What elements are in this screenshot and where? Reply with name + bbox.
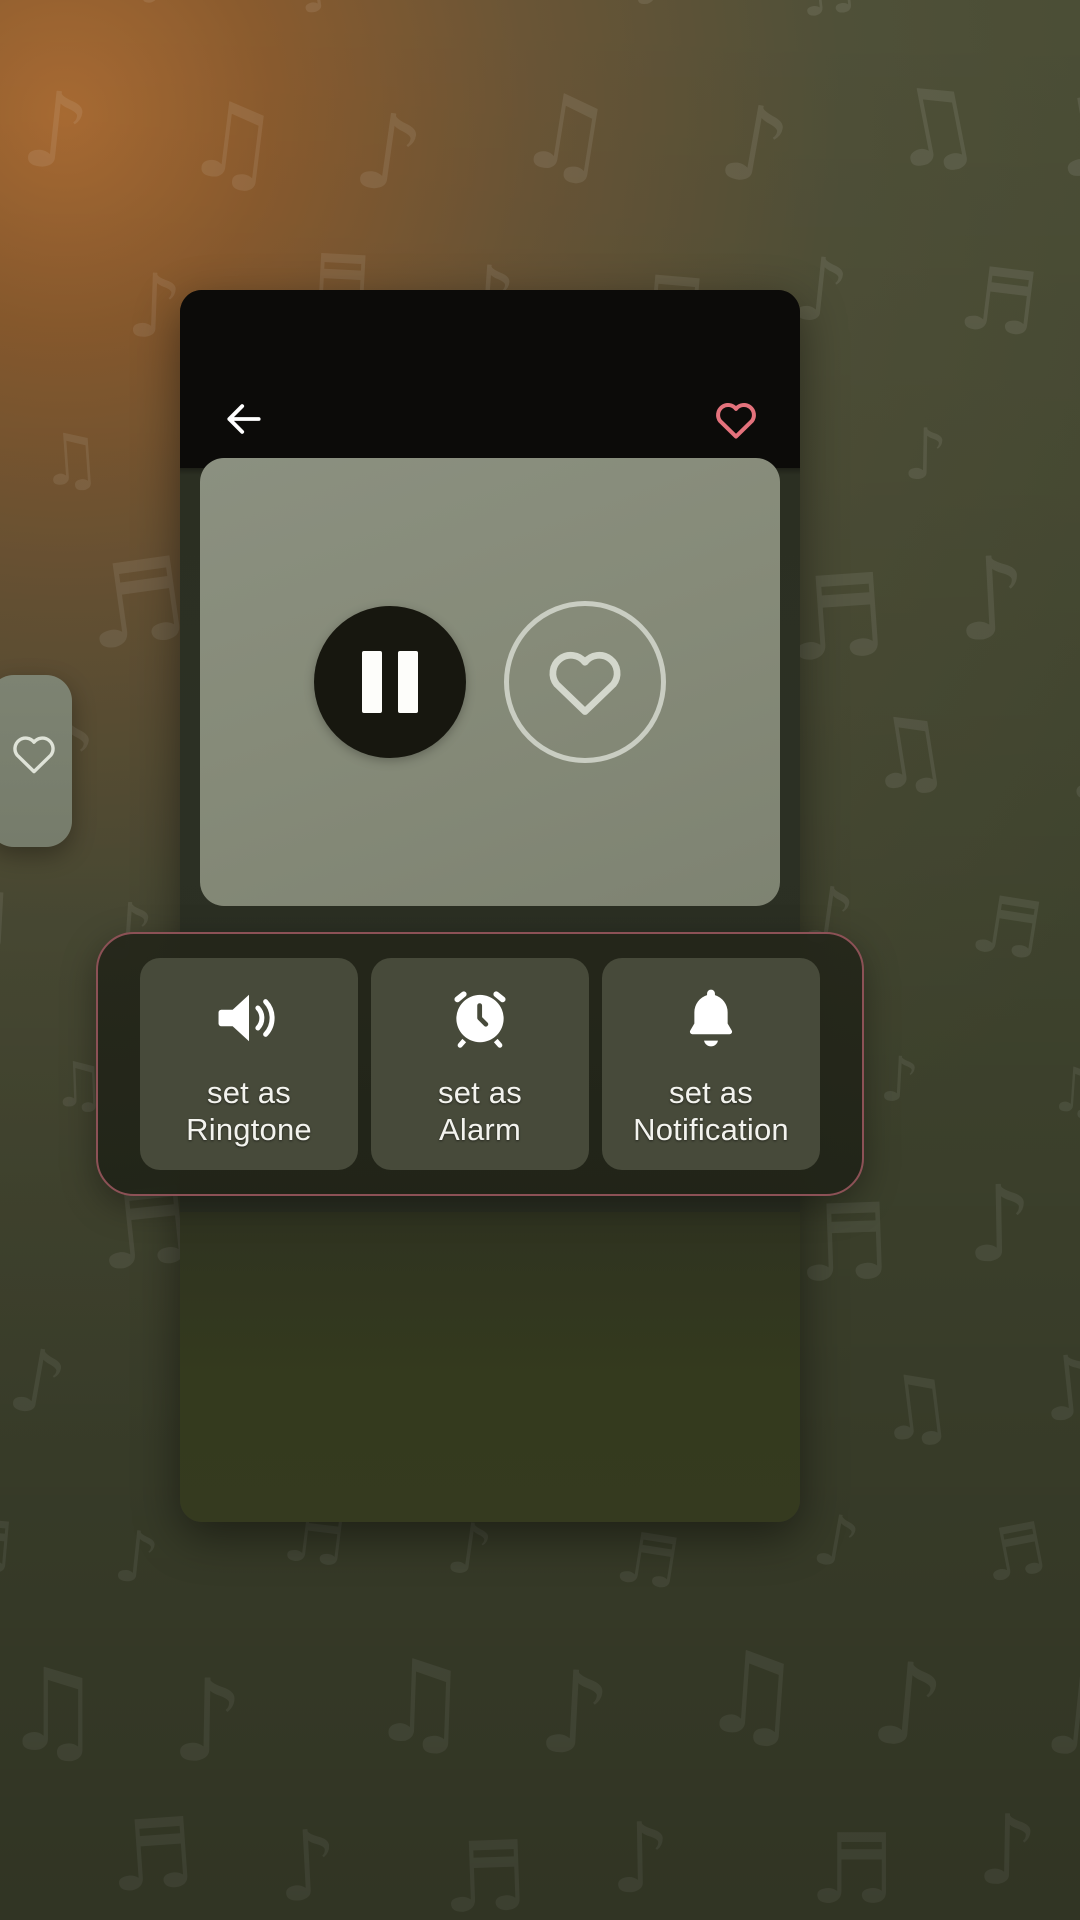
set-as-notification-label: set as Notification — [633, 1075, 789, 1148]
favorite-button[interactable] — [708, 393, 764, 449]
pause-button[interactable] — [314, 606, 466, 758]
heart-outline-icon — [542, 641, 628, 724]
action-label-line1: set as — [207, 1075, 291, 1111]
like-track-button[interactable] — [504, 601, 666, 763]
alarm-clock-icon — [447, 979, 513, 1057]
back-button[interactable] — [216, 393, 272, 449]
set-as-notification-button[interactable]: set as Notification — [602, 958, 820, 1170]
bell-icon — [681, 979, 741, 1057]
top-app-bar — [180, 378, 800, 464]
heart-icon — [713, 398, 759, 445]
panel-lower-area — [180, 1212, 800, 1522]
pause-icon — [362, 651, 418, 713]
set-as-ringtone-button[interactable]: set as Ringtone — [140, 958, 358, 1170]
set-as-alarm-label: set as Alarm — [438, 1075, 522, 1148]
player-panel — [180, 290, 800, 1522]
action-label-line1: set as — [669, 1075, 753, 1111]
action-label-line1: set as — [438, 1075, 522, 1111]
adjacent-track-card[interactable] — [0, 675, 72, 847]
album-art-card[interactable] — [200, 458, 780, 906]
action-label-line2: Ringtone — [186, 1112, 312, 1147]
action-label-line2: Notification — [633, 1112, 789, 1147]
set-as-actions-container: set as Ringtone set as Alarm set as Noti… — [96, 932, 864, 1196]
arrow-left-icon — [222, 397, 266, 446]
set-as-alarm-button[interactable]: set as Alarm — [371, 958, 589, 1170]
heart-outline-icon — [10, 731, 58, 780]
set-as-ringtone-label: set as Ringtone — [186, 1075, 312, 1148]
volume-up-icon — [213, 979, 285, 1057]
action-label-line2: Alarm — [439, 1112, 521, 1147]
